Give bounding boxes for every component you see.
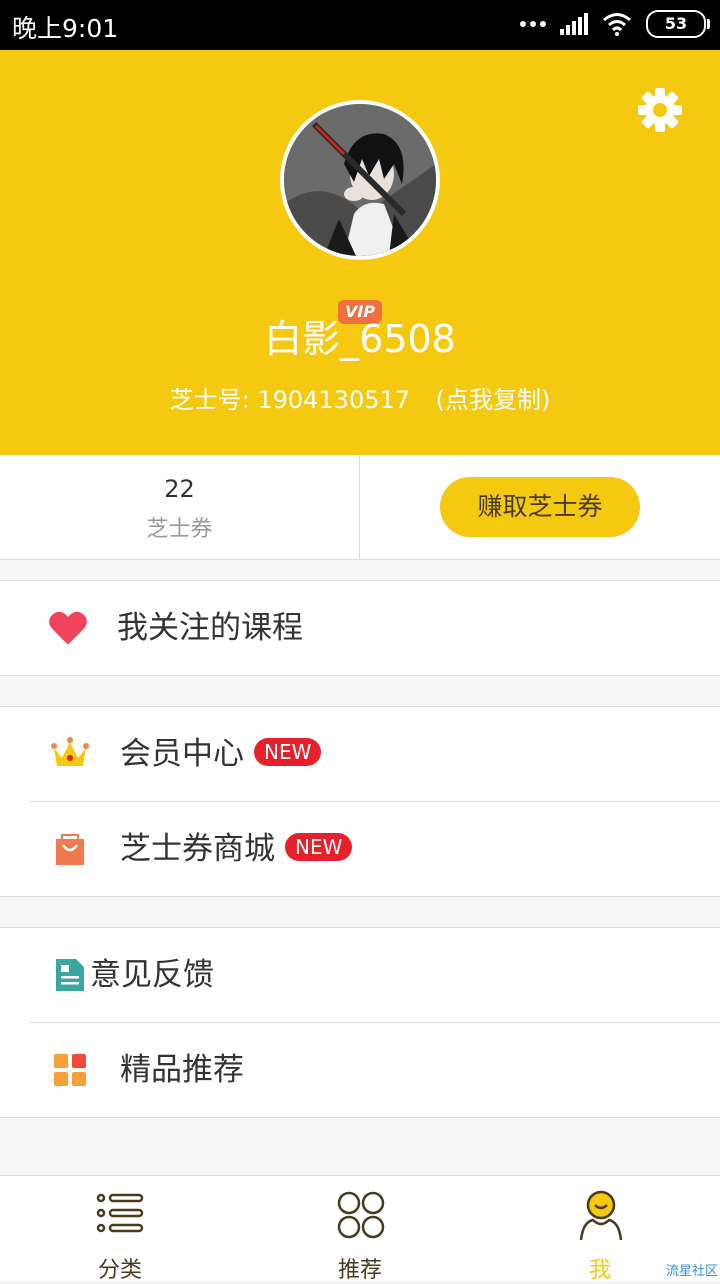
status-time: 晚上9:01 (12, 14, 119, 43)
user-id-line[interactable]: 芝士号: 1904130517 (点我复制) (0, 380, 720, 415)
user-icon (579, 1190, 623, 1240)
list-icon (96, 1193, 144, 1233)
earn-coupon-button[interactable]: 赚取芝士券 (440, 477, 640, 537)
stats-divider (359, 455, 360, 559)
new-badge: NEW (254, 737, 322, 766)
watermark: 流星社区 (665, 1264, 718, 1279)
signal-icon (560, 13, 588, 35)
stats-row: 22 芝士券 赚取芝士券 (0, 455, 720, 560)
menu-item-member-center[interactable]: 会员中心 NEW (0, 707, 720, 801)
menu-item-feedback[interactable]: 意见反馈 (0, 928, 720, 1022)
bottom-tab-bar: 分类 推荐 我 流星社区 (0, 1175, 720, 1283)
menu-item-recommended[interactable]: 精品推荐 (30, 1022, 720, 1117)
user-id-label: 芝士号: (169, 386, 250, 414)
wifi-icon (603, 13, 631, 36)
tab-category[interactable]: 分类 (0, 1176, 240, 1283)
menu-group-courses: 我关注的课程 (0, 580, 720, 676)
document-icon (56, 959, 84, 991)
avatar[interactable] (280, 100, 440, 260)
profile-header: VIP 白影_6508 芝士号: 1904130517 (点我复制) (0, 50, 720, 455)
new-badge: NEW (285, 832, 353, 861)
coupon-count[interactable]: 22 (0, 475, 359, 503)
menu-label-member-center: 会员中心 NEW (120, 732, 322, 776)
gear-icon[interactable] (636, 86, 684, 134)
tab-label-category: 分类 (97, 1258, 142, 1283)
user-id-value: 1904130517 (257, 386, 411, 414)
status-icons: 53 (520, 10, 710, 38)
menu-item-coupon-mall[interactable]: 芝士券商城 NEW (30, 801, 720, 896)
status-bar: 晚上9:01 53 (0, 0, 720, 50)
tab-label-recommend: 推荐 (337, 1258, 382, 1283)
coupon-label: 芝士券 (146, 517, 213, 542)
copy-id-hint[interactable]: (点我复制) (436, 386, 551, 414)
shopping-bag-icon (56, 834, 84, 865)
username: 白影_6508 (264, 317, 456, 361)
tab-recommend[interactable]: 推荐 (240, 1176, 480, 1283)
more-dots-icon (520, 21, 546, 27)
menu-label-coupon-mall: 芝士券商城 NEW (120, 827, 353, 871)
menu-group-membership: 会员中心 NEW 芝士券商城 NEW (0, 706, 720, 897)
heart-icon (49, 611, 87, 645)
menu-label-feedback: 意见反馈 (90, 957, 214, 993)
coupon-mall-text: 芝士券商城 (120, 831, 275, 867)
avatar-image (284, 104, 436, 256)
menu-group-misc: 意见反馈 精品推荐 (0, 927, 720, 1118)
grid-icon (54, 1054, 86, 1086)
battery-indicator: 53 (646, 10, 710, 38)
member-center-text: 会员中心 (120, 736, 244, 772)
menu-item-followed-courses[interactable]: 我关注的课程 (0, 581, 720, 675)
grid-circles-icon (337, 1191, 385, 1239)
menu-label-followed-courses: 我关注的课程 (117, 610, 303, 646)
menu-label-recommended: 精品推荐 (120, 1052, 244, 1088)
crown-icon (51, 737, 89, 766)
